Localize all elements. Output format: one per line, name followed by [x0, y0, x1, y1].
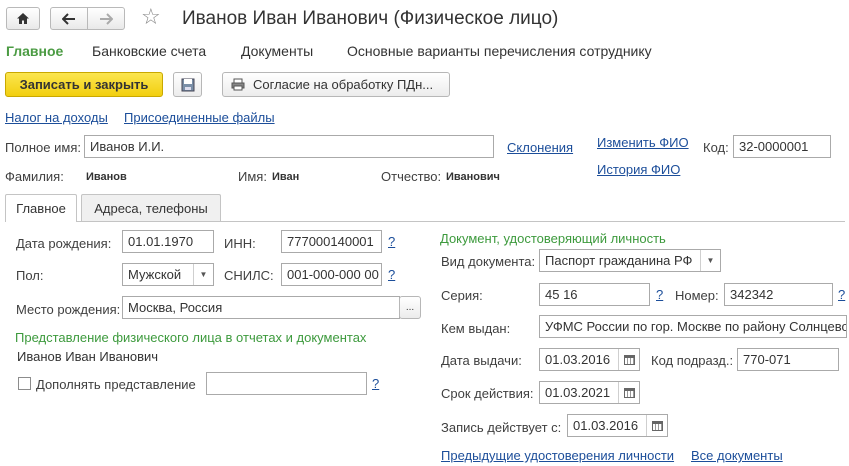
birth-place-input[interactable]: Москва, Россия — [122, 296, 400, 319]
complement-representation-checkbox[interactable] — [18, 377, 31, 390]
validity-input[interactable]: 01.03.2021 — [539, 381, 640, 404]
favorite-star-icon[interactable]: ☆ — [141, 4, 161, 30]
issue-date-input[interactable]: 01.03.2016 — [539, 348, 640, 371]
nav-tab-documents[interactable]: Документы — [241, 43, 313, 59]
chevron-down-icon[interactable]: ▼ — [700, 250, 720, 271]
number-help-link[interactable]: ? — [838, 287, 845, 302]
full-name-input[interactable]: Иванов И.И. — [84, 135, 494, 158]
patronymic-value: Иванович — [446, 171, 500, 183]
snils-label: СНИЛС: — [224, 268, 274, 283]
doc-type-label: Вид документа: — [441, 254, 536, 269]
nav-tab-bank-accounts[interactable]: Банковские счета — [92, 43, 206, 59]
gender-select[interactable]: Мужской ▼ — [122, 263, 214, 286]
dept-code-input[interactable]: 770-071 — [737, 348, 839, 371]
record-valid-from-label: Запись действует с: — [441, 420, 562, 435]
home-icon — [17, 13, 29, 24]
validity-value: 01.03.2021 — [545, 385, 611, 400]
fio-history-link[interactable]: История ФИО — [597, 162, 680, 177]
tab-panel-divider — [5, 221, 845, 222]
identity-document-header: Документ, удостоверяющий личность — [440, 231, 666, 246]
issue-date-value: 01.03.2016 — [545, 352, 611, 367]
nav-tab-main[interactable]: Главное — [6, 43, 63, 59]
issued-by-input[interactable]: УФМС России по гор. Москве по району Сол… — [539, 315, 847, 338]
representation-header: Представление физического лица в отчетах… — [15, 330, 367, 345]
calendar-icon[interactable] — [618, 349, 639, 370]
save-and-close-button[interactable]: Записать и закрыть — [5, 72, 163, 97]
floppy-disk-icon — [181, 78, 194, 91]
surname-label: Фамилия: — [5, 169, 64, 184]
snils-help-link[interactable]: ? — [388, 267, 395, 282]
birth-place-select-button[interactable]: ... — [399, 296, 421, 319]
consent-button-label: Согласие на обработку ПДн... — [253, 77, 434, 92]
attached-files-link[interactable]: Присоединенные файлы — [124, 110, 275, 125]
birth-date-label: Дата рождения: — [16, 236, 112, 251]
arrow-left-icon — [62, 12, 75, 25]
window-title: Иванов Иван Иванович (Физическое лицо) — [182, 8, 559, 29]
arrow-right-icon — [100, 12, 113, 25]
number-input[interactable]: 342342 — [724, 283, 833, 306]
inn-input[interactable]: 777000140001 — [281, 230, 382, 253]
previous-identity-docs-link[interactable]: Предыдущие удостоверения личности — [441, 448, 674, 463]
declensions-link[interactable]: Склонения — [507, 140, 573, 155]
doc-type-select-value: Паспорт гражданина РФ — [545, 253, 693, 268]
full-name-label: Полное имя: — [5, 140, 81, 155]
gender-label: Пол: — [16, 268, 44, 283]
snils-input[interactable]: 001-000-000 00 — [281, 263, 382, 286]
printer-icon — [231, 78, 245, 91]
representation-value: Иванов Иван Иванович — [17, 349, 159, 364]
series-help-link[interactable]: ? — [656, 287, 663, 302]
complement-help-link[interactable]: ? — [372, 376, 379, 391]
tab-main[interactable]: Главное — [5, 194, 77, 222]
consent-button[interactable]: Согласие на обработку ПДн... — [222, 72, 450, 97]
series-label: Серия: — [441, 288, 483, 303]
forward-button[interactable] — [87, 7, 125, 30]
inn-label: ИНН: — [224, 236, 256, 251]
home-button[interactable] — [6, 7, 40, 30]
all-documents-link[interactable]: Все документы — [691, 448, 783, 463]
complement-representation-input[interactable] — [206, 372, 367, 395]
gender-select-value: Мужской — [128, 267, 182, 282]
calendar-icon[interactable] — [618, 382, 639, 403]
tab-addresses-phones[interactable]: Адреса, телефоны — [81, 194, 221, 221]
inn-help-link[interactable]: ? — [388, 234, 395, 249]
code-input[interactable]: 32-0000001 — [733, 135, 831, 158]
dept-code-label: Код подразд.: — [651, 353, 734, 368]
name-label: Имя: — [238, 169, 267, 184]
birth-place-label: Место рождения: — [16, 302, 121, 317]
back-button[interactable] — [50, 7, 88, 30]
save-button[interactable] — [173, 72, 202, 97]
validity-label: Срок действия: — [441, 386, 534, 401]
nav-tab-payment-options[interactable]: Основные варианты перечисления сотрудник… — [347, 43, 652, 59]
number-label: Номер: — [675, 288, 719, 303]
record-valid-from-value: 01.03.2016 — [573, 418, 639, 433]
record-valid-from-input[interactable]: 01.03.2016 — [567, 414, 668, 437]
code-label: Код: — [703, 140, 729, 155]
birth-date-input[interactable]: 01.01.1970 — [122, 230, 214, 253]
complement-representation-label: Дополнять представление — [36, 377, 196, 392]
issued-by-label: Кем выдан: — [441, 321, 511, 336]
name-value: Иван — [272, 171, 300, 183]
issue-date-label: Дата выдачи: — [441, 353, 522, 368]
change-fio-link[interactable]: Изменить ФИО — [597, 135, 689, 150]
chevron-down-icon[interactable]: ▼ — [193, 264, 213, 285]
doc-type-select[interactable]: Паспорт гражданина РФ ▼ — [539, 249, 721, 272]
surname-value: Иванов — [86, 171, 127, 183]
calendar-icon[interactable] — [646, 415, 667, 436]
patronymic-label: Отчество: — [381, 169, 442, 184]
income-tax-link[interactable]: Налог на доходы — [5, 110, 108, 125]
series-input[interactable]: 45 16 — [539, 283, 650, 306]
